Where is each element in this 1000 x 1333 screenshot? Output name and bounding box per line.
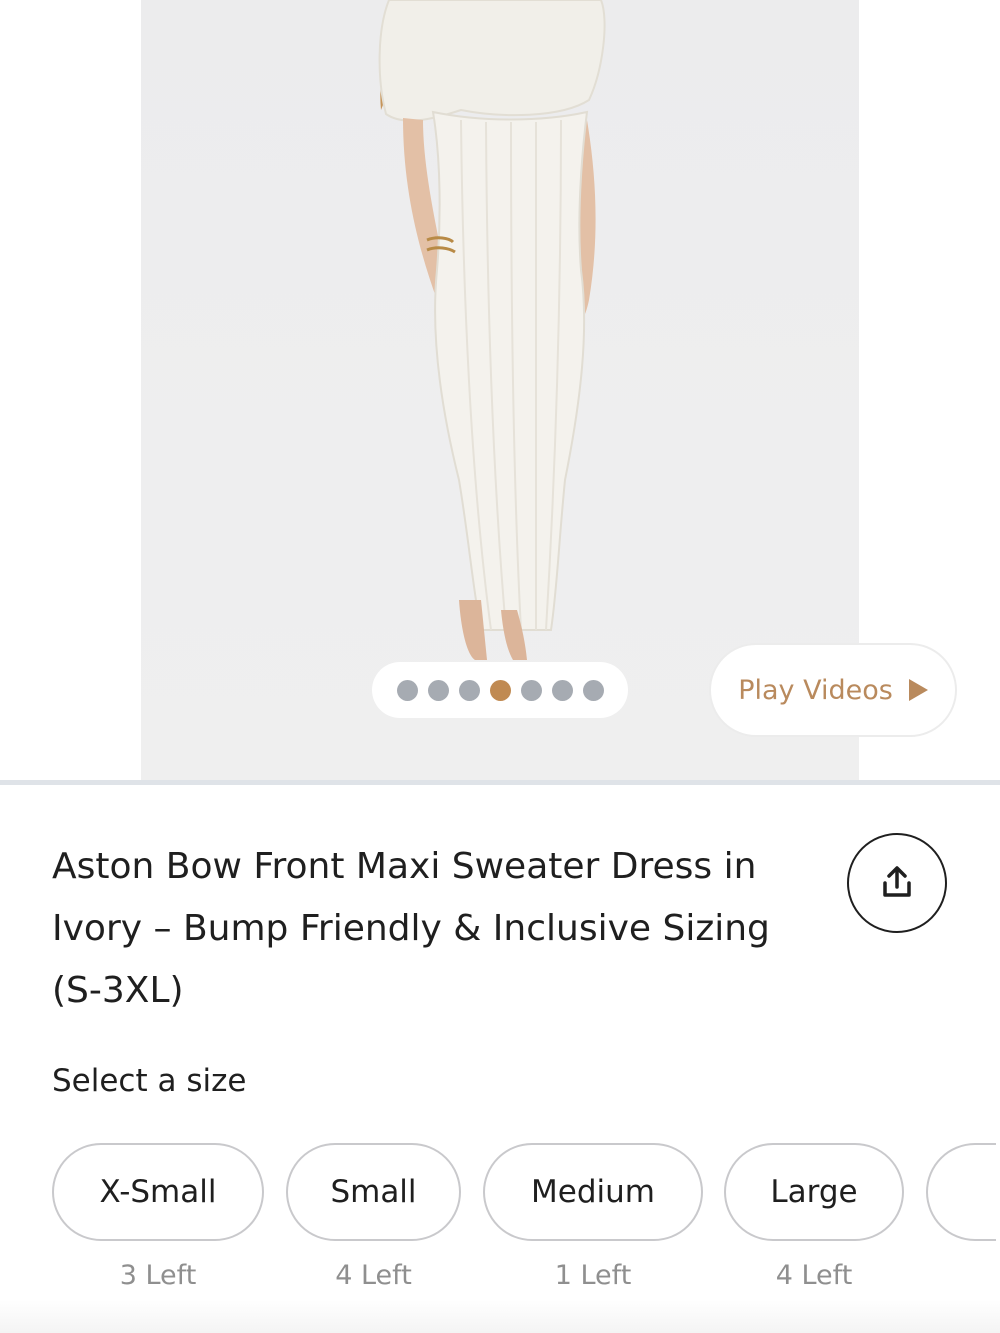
stock-x-small: 3 Left [119,1260,197,1291]
share-button[interactable] [847,833,947,933]
pagination-dot[interactable] [551,679,573,701]
stock-large: 4 Left [775,1260,853,1291]
play-videos-label: Play Videos [738,674,893,706]
stock-medium: 1 Left [554,1260,632,1291]
size-option-next[interactable] [926,1143,996,1241]
pagination-dot[interactable] [520,679,542,701]
product-gallery[interactable]: Play Videos [0,0,1000,780]
pagination-dot[interactable] [582,679,604,701]
size-option-small[interactable]: Small [286,1143,461,1241]
size-option-large[interactable]: Large [724,1143,904,1241]
pagination-dot[interactable] [427,679,449,701]
product-title: Aston Bow Front Maxi Sweater Dress in Iv… [52,846,770,1011]
size-selector-label: Select a size [52,1063,247,1099]
gallery-pagination [372,662,628,718]
pagination-dot[interactable] [396,679,418,701]
size-option-x-small[interactable]: X-Small [52,1143,264,1241]
stock-small: 4 Left [335,1260,412,1291]
pagination-dot[interactable] [458,679,480,701]
size-option-medium[interactable]: Medium [483,1143,703,1241]
play-videos-button[interactable]: Play Videos [709,643,957,737]
share-icon [883,866,911,897]
bottom-fade [0,1300,1000,1333]
pagination-dot-active[interactable] [489,679,511,701]
section-divider [0,780,1000,785]
play-icon [908,679,928,701]
